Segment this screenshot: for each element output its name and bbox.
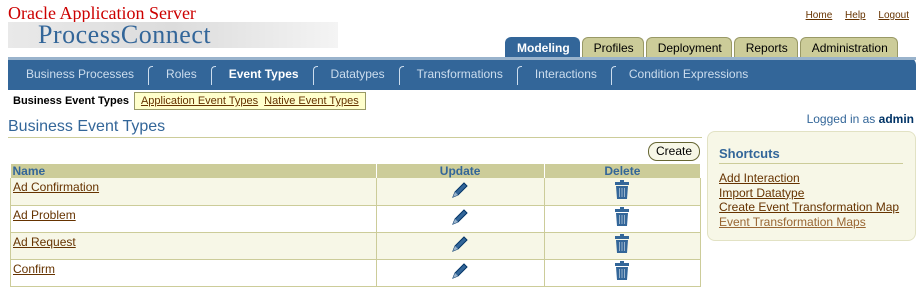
- subnav-interactions[interactable]: Interactions: [516, 62, 611, 86]
- table-row: Ad Problem: [10, 205, 702, 233]
- list-item: Create Event Transformation Map: [719, 200, 899, 215]
- tab-modeling[interactable]: Modeling: [505, 37, 580, 58]
- subtab-native-event-types[interactable]: Native Event Types: [264, 95, 359, 107]
- list-item: Add Interaction: [719, 171, 899, 186]
- subnav-roles[interactable]: Roles: [148, 62, 211, 86]
- shortcut-create-event-transformation-map[interactable]: Create Event Transformation Map: [719, 200, 899, 214]
- home-link[interactable]: Home: [806, 10, 833, 21]
- column-header-name[interactable]: Name: [10, 164, 377, 178]
- name-cell: Ad Request: [10, 232, 377, 260]
- trash-icon[interactable]: [613, 234, 631, 257]
- subtab-business-event-types: Business Event Types: [13, 95, 129, 107]
- pencil-icon[interactable]: [449, 263, 471, 285]
- subnav-condition-expressions[interactable]: Condition Expressions: [610, 62, 762, 86]
- tab-profiles[interactable]: Profiles: [581, 37, 644, 58]
- event-types-table: Name Update Delete Ad Confirmation Ad Pr…: [10, 164, 702, 287]
- shortcut-import-datatype[interactable]: Import Datatype: [719, 186, 804, 200]
- update-cell: [376, 178, 545, 206]
- table-row: Ad Confirmation: [10, 178, 702, 206]
- table-row: Ad Request: [10, 232, 702, 260]
- brand-logo: Oracle Application Server ProcessConnect: [8, 3, 348, 49]
- pencil-icon[interactable]: [449, 209, 471, 231]
- subtab-links-box: Application Event Types Native Event Typ…: [133, 92, 366, 110]
- top-tabs: Modeling Profiles Deployment Reports Adm…: [505, 37, 900, 58]
- event-type-link[interactable]: Ad Problem: [13, 208, 76, 222]
- event-type-link[interactable]: Ad Request: [13, 235, 76, 249]
- trash-icon[interactable]: [613, 179, 631, 203]
- shortcuts-divider: [719, 163, 903, 164]
- tab-administration[interactable]: Administration: [799, 37, 898, 58]
- title-divider: [8, 137, 702, 138]
- shortcut-event-transformation-maps[interactable]: Event Transformation Maps: [719, 215, 866, 229]
- tab-deployment[interactable]: Deployment: [645, 37, 732, 58]
- list-item: Import Datatype: [719, 186, 899, 201]
- trash-icon[interactable]: [613, 261, 631, 284]
- delete-cell: [544, 205, 702, 233]
- table-header-row: Name Update Delete: [10, 164, 702, 178]
- delete-cell: [544, 232, 702, 260]
- subtab-application-event-types[interactable]: Application Event Types: [141, 95, 258, 107]
- product-banner: ProcessConnect: [8, 22, 338, 48]
- name-cell: Ad Confirmation: [10, 178, 377, 206]
- trash-icon[interactable]: [613, 207, 631, 230]
- event-type-link[interactable]: Ad Confirmation: [13, 180, 99, 194]
- logout-link[interactable]: Logout: [878, 10, 909, 21]
- update-cell: [376, 205, 545, 233]
- delete-cell: [544, 178, 702, 206]
- event-type-link[interactable]: Confirm: [13, 262, 55, 276]
- delete-cell: [544, 259, 702, 287]
- help-link[interactable]: Help: [845, 10, 866, 21]
- column-header-delete: Delete: [544, 164, 702, 178]
- logged-in-prefix: Logged in as: [806, 112, 876, 126]
- update-cell: [376, 232, 545, 260]
- logged-in-status: Logged in as admin: [807, 112, 914, 126]
- name-cell: Ad Problem: [10, 205, 377, 233]
- subnav-event-types[interactable]: Event Types: [210, 62, 313, 86]
- table-row: Confirm: [10, 259, 702, 287]
- create-button[interactable]: Create: [648, 142, 700, 161]
- shortcut-add-interaction[interactable]: Add Interaction: [719, 171, 800, 185]
- subnav-accent: [8, 57, 916, 60]
- name-cell: Confirm: [10, 259, 377, 287]
- shortcuts-list: Add Interaction Import Datatype Create E…: [719, 171, 899, 229]
- page-title: Business Event Types: [8, 118, 166, 135]
- shortcuts-title: Shortcuts: [719, 146, 780, 161]
- global-links: Home Help Logout: [796, 10, 909, 21]
- shortcuts-panel: Shortcuts Add Interaction Import Datatyp…: [707, 131, 916, 241]
- subtabs: Business Event Types Application Event T…: [8, 92, 366, 110]
- subnav-transformations[interactable]: Transformations: [398, 62, 517, 86]
- product-name: ProcessConnect: [38, 20, 212, 49]
- update-cell: [376, 259, 545, 287]
- subnav-bar: Business Processes Roles Event Types Dat…: [8, 57, 916, 90]
- column-header-update: Update: [376, 164, 545, 178]
- tab-reports[interactable]: Reports: [733, 37, 798, 58]
- subnav-datatypes[interactable]: Datatypes: [312, 62, 399, 86]
- subnav-business-processes[interactable]: Business Processes: [8, 62, 148, 86]
- logged-in-user: admin: [878, 112, 914, 126]
- list-item: Event Transformation Maps: [719, 215, 899, 230]
- pencil-icon[interactable]: [449, 236, 471, 258]
- pencil-icon[interactable]: [449, 182, 471, 204]
